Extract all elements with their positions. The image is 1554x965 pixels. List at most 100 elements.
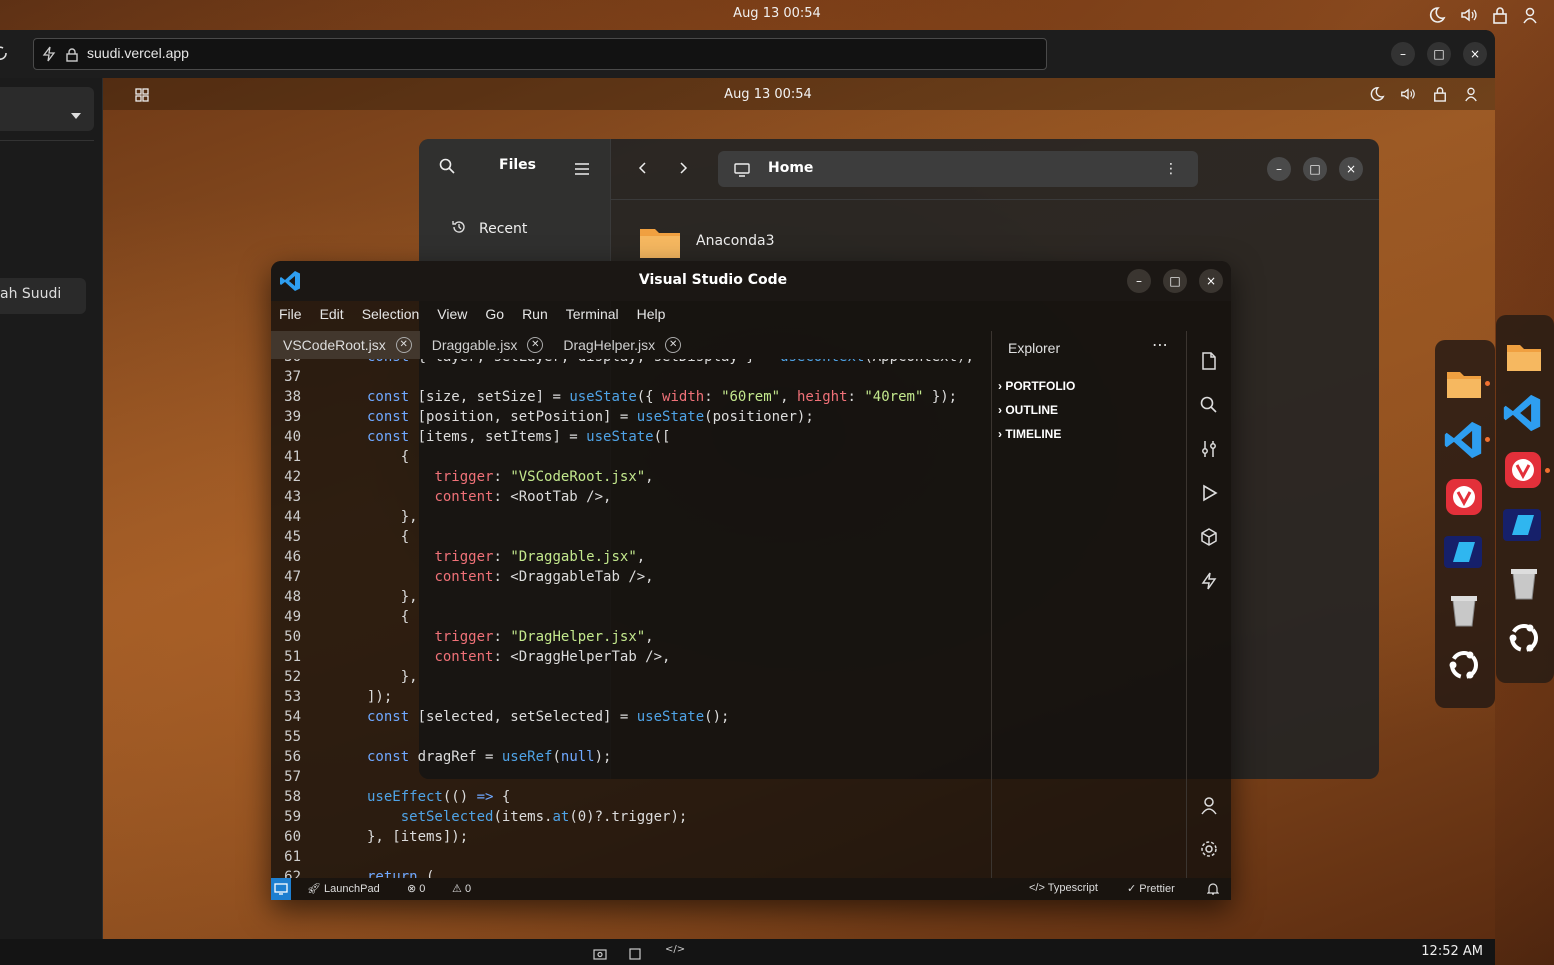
back-icon[interactable] — [638, 160, 648, 179]
trash-icon[interactable] — [1445, 590, 1483, 628]
explorer-section-timeline[interactable]: › TIMELINE — [998, 427, 1061, 441]
vivaldi-icon[interactable] — [1504, 451, 1542, 489]
vscode-icon[interactable] — [1443, 420, 1482, 459]
bell-icon[interactable] — [1206, 882, 1220, 898]
search-icon[interactable] — [439, 158, 455, 178]
window-icon[interactable] — [629, 945, 641, 964]
sidebar-item-recent[interactable]: Recent — [451, 219, 527, 239]
volume-icon[interactable] — [1460, 6, 1478, 28]
code-line[interactable]: 60}, [items]); — [271, 829, 991, 849]
menu-terminal[interactable]: Terminal — [566, 301, 619, 331]
code-line[interactable]: 37 — [271, 369, 991, 389]
code-line[interactable]: 58 useEffect(() => { — [271, 789, 991, 809]
night-light-icon[interactable] — [1428, 6, 1446, 28]
explorer-section-outline[interactable]: › OUTLINE — [998, 403, 1058, 417]
guest-clock[interactable]: Aug 13 00:54 — [103, 87, 1433, 102]
code-line[interactable]: 46 trigger: "Draggable.jsx", — [271, 549, 991, 569]
code-line[interactable]: 56 const dragRef = useRef(null); — [271, 749, 991, 769]
account-icon[interactable] — [1199, 795, 1219, 815]
code-line[interactable]: 59 setSelected(items.at(0)?.trigger); — [271, 809, 991, 829]
user-icon[interactable] — [1522, 6, 1538, 28]
code-line[interactable]: 42 trigger: "VSCodeRoot.jsx", — [271, 469, 991, 489]
search-icon[interactable] — [1199, 395, 1219, 415]
code-line[interactable]: 53]); — [271, 689, 991, 709]
explorer-section-portfolio[interactable]: › PORTFOLIO — [998, 379, 1075, 393]
menu-file[interactable]: File — [279, 301, 302, 331]
user-entry[interactable]: ah Suudi — [0, 278, 86, 314]
code-line[interactable]: 51 content: <DraggHelperTab />, — [271, 649, 991, 669]
launchpad-status[interactable]: 🚀︎ LaunchPad — [307, 882, 380, 895]
source-control-icon[interactable] — [1199, 439, 1219, 459]
vscode-maximize-button[interactable]: □ — [1163, 269, 1187, 293]
menu-view[interactable]: View — [437, 301, 467, 331]
close-icon[interactable]: ✕ — [395, 337, 412, 353]
browser-minimize-button[interactable]: – — [1391, 42, 1415, 66]
code-line[interactable]: 57 — [271, 769, 991, 789]
code-line[interactable]: 62 return ( — [271, 869, 991, 878]
code-line[interactable]: 61 — [271, 849, 991, 869]
code-line[interactable]: 55 — [271, 729, 991, 749]
browser-close-button[interactable]: × — [1463, 42, 1487, 66]
browser-maximize-button[interactable]: □ — [1427, 42, 1451, 66]
path-bar[interactable]: Home ⋮ — [718, 151, 1198, 187]
left-dropdown[interactable] — [0, 87, 94, 131]
code-line[interactable]: 43 content: <RootTab />, — [271, 489, 991, 509]
more-options-icon[interactable]: ⋮ — [1164, 161, 1178, 177]
errors-status[interactable]: ⊗ 0 — [407, 882, 425, 895]
code-line[interactable]: 48 }, — [271, 589, 991, 609]
reload-icon[interactable] — [0, 44, 8, 66]
host-clock[interactable]: Aug 13 00:54 — [0, 6, 1554, 21]
files-minimize-button[interactable]: – — [1267, 157, 1291, 181]
vscode-close-button[interactable]: × — [1199, 269, 1223, 293]
language-status[interactable]: </> Typescript — [1029, 882, 1098, 894]
ubuntu-logo-icon[interactable] — [1445, 646, 1483, 684]
extensions-icon[interactable] — [1199, 527, 1219, 547]
more-icon[interactable]: ⋯ — [1152, 335, 1168, 354]
tab-vscoderoot[interactable]: VSCodeRoot.jsx ✕ — [271, 331, 420, 359]
menu-run[interactable]: Run — [522, 301, 548, 331]
volume-icon[interactable] — [1400, 86, 1416, 106]
screenshot-icon[interactable] — [593, 945, 607, 964]
bolt-icon[interactable] — [1199, 571, 1219, 591]
bottom-clock[interactable]: 12:52 AM — [1421, 944, 1483, 959]
code-line[interactable]: 52 }, — [271, 669, 991, 689]
close-icon[interactable]: ✕ — [665, 337, 682, 353]
code-line[interactable]: 36 const { layer, setLayer, display, setD… — [271, 359, 991, 369]
gear-icon[interactable] — [1199, 839, 1219, 859]
ubuntu-icon[interactable] — [1445, 724, 1483, 762]
menu-edit[interactable]: Edit — [320, 301, 344, 331]
remote-desktop-icon[interactable] — [1502, 505, 1541, 543]
folder-icon[interactable] — [1445, 364, 1483, 402]
folder-icon[interactable] — [639, 223, 681, 263]
url-text[interactable]: suudi.vercel.app — [87, 45, 189, 61]
lock-icon[interactable] — [1433, 86, 1447, 106]
lock-icon[interactable] — [1492, 6, 1508, 28]
forward-icon[interactable] — [678, 160, 688, 179]
night-light-icon[interactable] — [1369, 86, 1385, 106]
code-line[interactable]: 44 }, — [271, 509, 991, 529]
vscode-minimize-button[interactable]: – — [1127, 269, 1151, 293]
code-line[interactable]: 40 const [items, setItems] = useState([ — [271, 429, 991, 449]
menu-selection[interactable]: Selection — [362, 301, 420, 331]
file-icon[interactable] — [1199, 351, 1219, 371]
trash-icon[interactable] — [1505, 563, 1543, 601]
warnings-status[interactable]: ⚠ 0 — [452, 882, 471, 895]
vivaldi-icon[interactable] — [1445, 478, 1483, 516]
code-line[interactable]: 50 trigger: "DragHelper.jsx", — [271, 629, 991, 649]
code-editor[interactable]: 36 const { layer, setLayer, display, setD… — [271, 359, 991, 878]
user-icon[interactable] — [1464, 86, 1478, 106]
menu-go[interactable]: Go — [485, 301, 504, 331]
remote-indicator[interactable] — [271, 878, 291, 900]
menu-help[interactable]: Help — [637, 301, 666, 331]
files-close-button[interactable]: × — [1339, 157, 1363, 181]
folder-icon[interactable] — [1505, 337, 1543, 375]
run-icon[interactable] — [1199, 483, 1219, 503]
hamburger-menu-icon[interactable] — [575, 160, 589, 179]
vscode-icon[interactable] — [1502, 393, 1541, 432]
code-line[interactable]: 38 const [size, setSize] = useState({ wid… — [271, 389, 991, 409]
code-line[interactable]: 41 { — [271, 449, 991, 469]
prettier-status[interactable]: ✓ Prettier — [1127, 882, 1175, 895]
code-line[interactable]: 39 const [position, setPosition] = useSta… — [271, 409, 991, 429]
tab-draghelper[interactable]: DragHelper.jsx ✕ — [551, 331, 689, 359]
remote-desktop-icon[interactable] — [1443, 532, 1482, 570]
